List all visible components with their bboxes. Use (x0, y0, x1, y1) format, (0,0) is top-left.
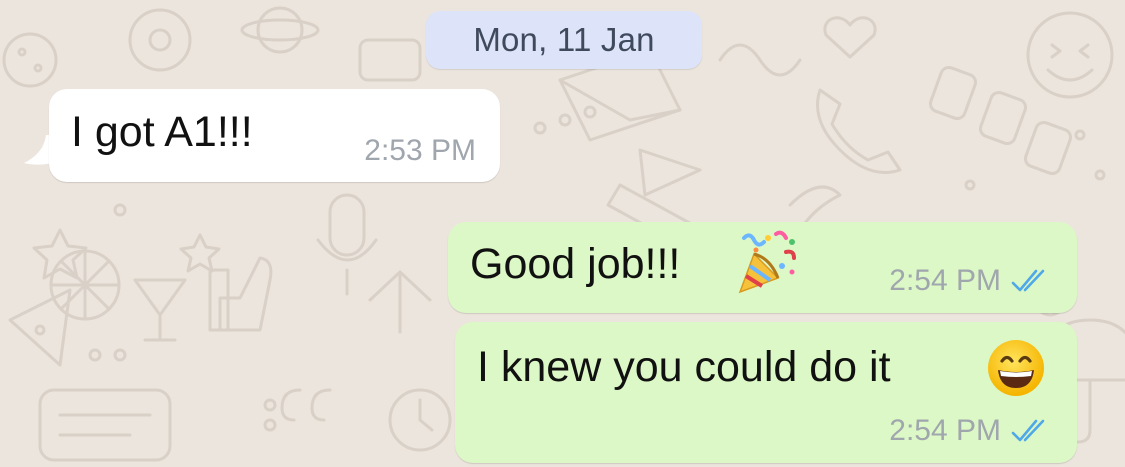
message-timestamp: 2:54 PM (889, 264, 1001, 297)
read-double-check-icon (1011, 419, 1049, 443)
read-double-check-icon (1011, 269, 1049, 293)
message-bubble-outgoing[interactable]: I knew you could do it 2:54 PM (455, 322, 1077, 463)
message-bubble-outgoing[interactable]: Good job!!! 2:54 PM (448, 222, 1077, 313)
party-popper-icon (734, 228, 800, 301)
date-divider-label: Mon, 11 Jan (473, 21, 655, 58)
message-text: Good job!!! (470, 240, 681, 288)
message-timestamp: 2:53 PM (364, 134, 476, 167)
date-divider: Mon, 11 Jan (426, 11, 702, 69)
message-text: I got A1!!! (71, 108, 253, 156)
message-timestamp: 2:54 PM (889, 414, 1001, 447)
message-text: I knew you could do it (477, 343, 891, 391)
message-bubble-incoming[interactable]: I got A1!!! 2:53 PM (49, 89, 500, 182)
grinning-face-icon (986, 338, 1046, 403)
